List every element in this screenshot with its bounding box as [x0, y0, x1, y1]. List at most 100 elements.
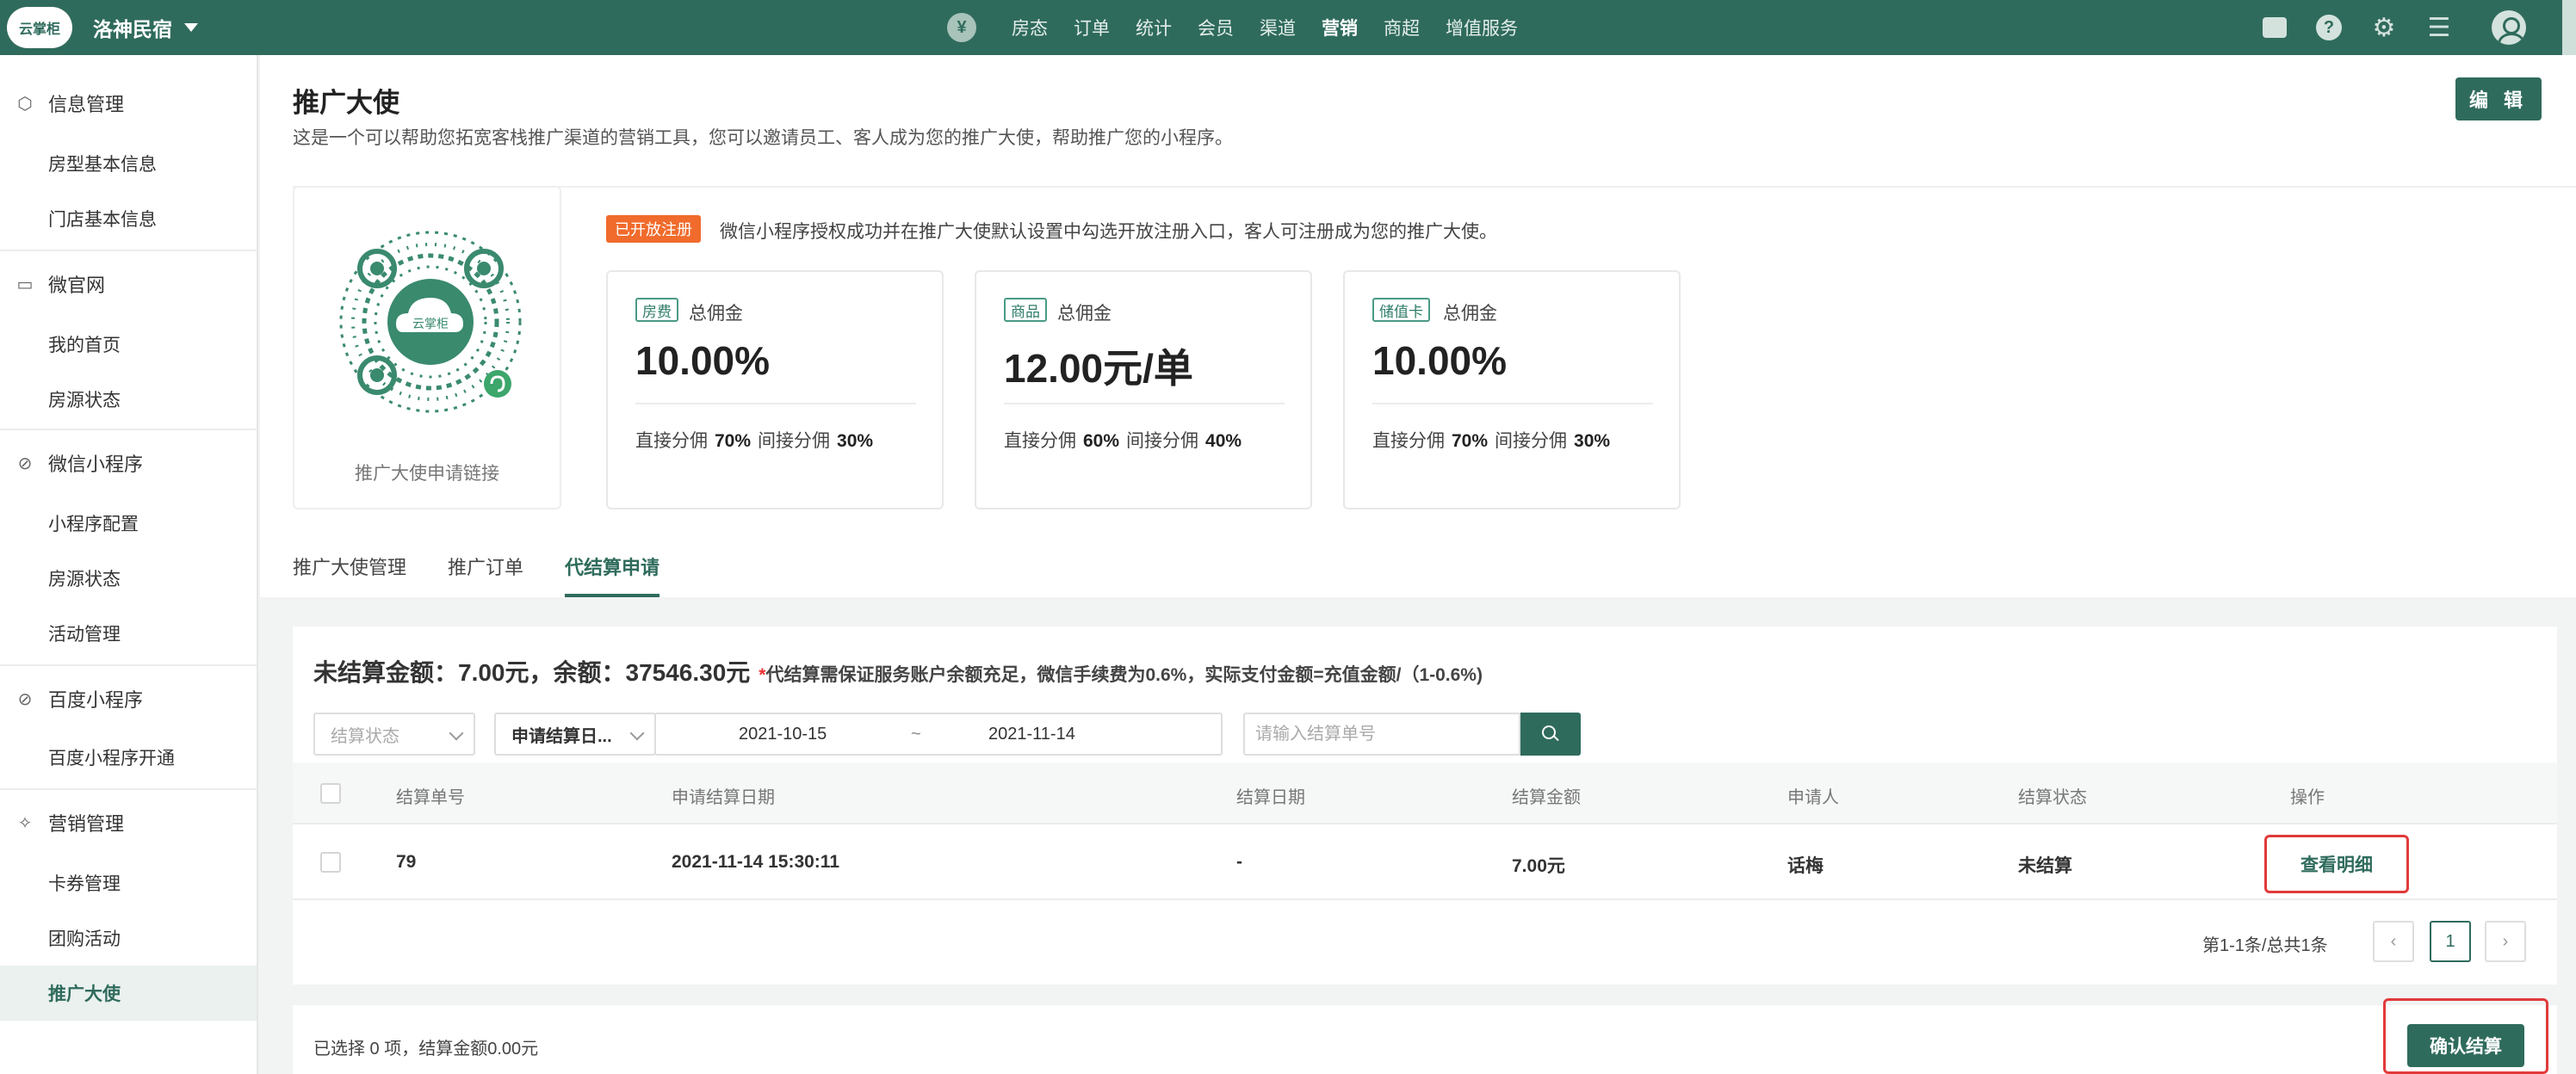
- user-avatar-icon[interactable]: [2492, 10, 2526, 45]
- sidebar-item-mini-room-status[interactable]: 房源状态: [0, 551, 257, 606]
- help-icon[interactable]: ?: [2316, 15, 2342, 40]
- gear-icon[interactable]: ⚙: [2371, 14, 2397, 42]
- tab-ambassador-management[interactable]: 推广大使管理: [293, 542, 406, 597]
- sidebar-divider: [0, 429, 257, 430]
- col-actions: 操作: [2290, 788, 2325, 807]
- tab-promotion-orders[interactable]: 推广订单: [448, 542, 523, 597]
- stat-split: 直接分佣 70% 间接分佣 30%: [635, 427, 880, 453]
- sidebar-item-ambassador[interactable]: 推广大使: [0, 966, 257, 1021]
- sidebar-item-room-type[interactable]: 房型基本信息: [0, 136, 257, 191]
- hotel-name: 洛神民宿: [93, 18, 172, 40]
- indirect-label: 间接分佣: [758, 431, 831, 451]
- sidebar-divider: [0, 788, 257, 790]
- indirect-value: 30%: [1574, 431, 1611, 451]
- nav-channels[interactable]: 渠道: [1260, 15, 1296, 40]
- summary-note: *代结算需保证服务账户余额充足，微信手续费为0.6%，实际支付金额=充值金额/（…: [759, 661, 1483, 687]
- confirm-settlement-button[interactable]: 确认结算: [2407, 1024, 2524, 1067]
- sidebar-group-marketing[interactable]: ✧ 营销管理: [15, 809, 124, 836]
- hotel-switcher[interactable]: 洛神民宿: [93, 0, 198, 55]
- main-nav: ¥ 房态 订单 统计 会员 渠道 营销 商超 增值服务: [947, 0, 1531, 55]
- table-header: 结算单号 申请结算日期 结算日期 结算金额 申请人 结算状态 操作: [293, 762, 2557, 824]
- nav-marketing[interactable]: 营销: [1322, 15, 1358, 40]
- direct-value: 70%: [715, 431, 752, 451]
- cell-apply-date: 2021-11-14 15:30:11: [672, 852, 839, 872]
- nav-stats[interactable]: 统计: [1136, 15, 1172, 40]
- cell-status: 未结算: [2018, 856, 2072, 876]
- page-1-button[interactable]: 1: [2430, 921, 2471, 962]
- sidebar-group-wechat-mini[interactable]: ⊘ 微信小程序: [15, 449, 143, 477]
- settlement-number-search-input[interactable]: [1243, 713, 1520, 756]
- stat-card-room: 房费 总佣金 10.00% 直接分佣 70% 间接分佣 30%: [606, 270, 944, 509]
- col-status: 结算状态: [2018, 788, 2087, 807]
- tab-settlement-requests[interactable]: 代结算申请: [565, 542, 660, 597]
- nav-shop[interactable]: 商超: [1384, 15, 1420, 40]
- monitor-icon: ▭: [16, 275, 34, 294]
- open-registration-description: 微信小程序授权成功并在推广大使默认设置中勾选开放注册入口，客人可注册成为您的推广…: [720, 222, 1497, 242]
- next-page-button[interactable]: ›: [2485, 921, 2526, 962]
- date-to[interactable]: 2021-11-14: [988, 725, 1075, 744]
- stat-tag: 储值卡: [1372, 298, 1430, 322]
- page-description: 这是一个可以帮助您拓宽客栈推广渠道的营销工具，您可以邀请员工、客人成为您的推广大…: [293, 128, 1233, 148]
- direct-value: 70%: [1452, 431, 1489, 451]
- sidebar-item-homepage[interactable]: 我的首页: [0, 317, 257, 372]
- stat-value: 10.00%: [1372, 338, 1508, 383]
- date-type-select[interactable]: 申请结算日...: [494, 713, 656, 756]
- col-settlement-no: 结算单号: [396, 788, 465, 807]
- top-icons: ? ⚙ ☰: [2263, 0, 2526, 55]
- sidebar-group-baidu-mini[interactable]: ⊘ 百度小程序: [15, 685, 143, 713]
- search-button[interactable]: [1520, 713, 1581, 756]
- status-select[interactable]: 结算状态: [313, 713, 475, 756]
- menu-icon[interactable]: ☰: [2426, 14, 2452, 42]
- sidebar-item-room-status[interactable]: 房源状态: [0, 372, 257, 427]
- edit-button[interactable]: 编 辑: [2455, 77, 2542, 120]
- stat-name: 总佣金: [689, 304, 743, 324]
- select-all-checkbox[interactable]: [320, 783, 341, 804]
- stat-card-goods: 商品 总佣金 12.00元/单 直接分佣 60% 间接分佣 40%: [975, 270, 1312, 509]
- sidebar-item-coupons[interactable]: 卡券管理: [0, 855, 257, 910]
- sidebar-group-info[interactable]: ⬡ 信息管理: [15, 90, 124, 117]
- brand-logo[interactable]: 云掌柜: [7, 7, 72, 48]
- stat-name: 总佣金: [1443, 304, 1497, 324]
- prev-page-button[interactable]: ‹: [2373, 921, 2414, 962]
- cell-applicant: 话梅: [1787, 856, 1824, 876]
- cell-settle-date: -: [1236, 852, 1242, 872]
- corner-tag[interactable]: [2562, 0, 2576, 55]
- sidebar-group-label: 百度小程序: [48, 689, 144, 711]
- indirect-value: 30%: [837, 431, 874, 451]
- date-range-picker[interactable]: 2021-10-15 ~ 2021-11-14: [654, 713, 1223, 756]
- top-navigation-bar: 云掌柜 洛神民宿 ¥ 房态 订单 统计 会员 渠道 营销 商超 增值服务 ? ⚙…: [0, 0, 2576, 55]
- sidebar-item-store-info[interactable]: 门店基本信息: [0, 191, 257, 246]
- nav-members[interactable]: 会员: [1198, 15, 1234, 40]
- sidebar-group-microsite[interactable]: ▭ 微官网: [15, 270, 105, 298]
- row-checkbox[interactable]: [320, 852, 341, 873]
- date-from[interactable]: 2021-10-15: [739, 725, 827, 744]
- sidebar-item-mini-config[interactable]: 小程序配置: [0, 496, 257, 551]
- sidebar-item-activity[interactable]: 活动管理: [0, 606, 257, 661]
- yuan-coin-icon[interactable]: ¥: [947, 13, 976, 42]
- mini-program-qr-code[interactable]: 云掌柜: [336, 227, 525, 417]
- sidebar-item-group-buy[interactable]: 团购活动: [0, 910, 257, 966]
- stat-value: 12.00元/单: [1004, 346, 1193, 391]
- nav-value-added[interactable]: 增值服务: [1446, 15, 1518, 40]
- message-icon[interactable]: [2263, 17, 2287, 38]
- qr-card: 云掌柜 推广大使申请链接: [293, 186, 561, 509]
- chevron-right-icon: ›: [2502, 931, 2509, 951]
- sidebar-group-label: 信息管理: [48, 94, 125, 115]
- nav-orders[interactable]: 订单: [1074, 15, 1110, 40]
- indirect-label: 间接分佣: [1126, 431, 1199, 451]
- cell-amount: 7.00元: [1512, 856, 1565, 876]
- chevron-down-icon: [629, 725, 645, 741]
- pagination-info: 第1-1条/总共1条: [2202, 936, 2328, 955]
- sidebar-item-baidu-open[interactable]: 百度小程序开通: [0, 730, 257, 785]
- view-details-link[interactable]: 查看明细: [2264, 835, 2409, 893]
- header-divider: [293, 186, 2576, 188]
- nav-fangtai[interactable]: 房态: [1012, 15, 1048, 40]
- chevron-left-icon: ‹: [2390, 931, 2397, 951]
- direct-value: 60%: [1083, 431, 1120, 451]
- settlement-summary: 未结算金额：7.00元，余额：37546.30元 *代结算需保证服务账户余额充足…: [313, 654, 1483, 688]
- summary-amount: 未结算金额：7.00元，余额：37546.30元: [313, 659, 751, 686]
- table-row: 79 2021-11-14 15:30:11 - 7.00元 话梅 未结算: [293, 826, 2557, 900]
- compass-icon: ⊘: [17, 689, 33, 709]
- stat-card-stored-value: 储值卡 总佣金 10.00% 直接分佣 70% 间接分佣 30%: [1343, 270, 1681, 509]
- stat-divider: [1004, 403, 1285, 404]
